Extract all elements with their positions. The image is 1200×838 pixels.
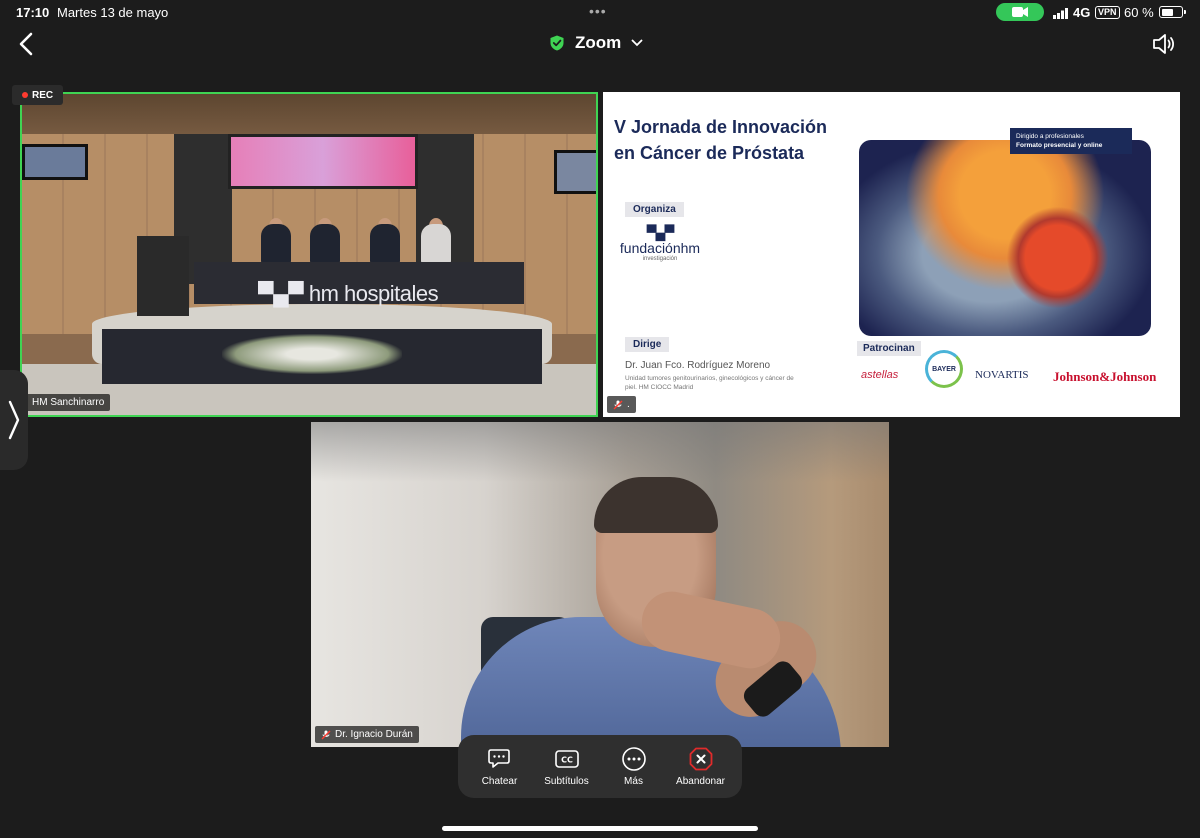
fundacion-hm-logo: ▀▄▀ fundaciónhm investigación	[619, 224, 701, 262]
side-panel-handle[interactable]	[0, 370, 28, 470]
sponsor-bayer: BAYER	[925, 350, 963, 388]
camera-shadow	[311, 422, 889, 482]
hm-logo-mark: ▀▄▀	[646, 224, 675, 240]
sponsor-johnson-johnson: Johnson&Johnson	[1053, 369, 1157, 384]
participant-name-label: .	[607, 396, 636, 413]
multitasking-dots-icon[interactable]: •••	[589, 3, 607, 19]
battery-percent: 60 %	[1124, 5, 1154, 20]
participant-name: Dr. Ignacio Durán	[335, 729, 413, 740]
fundacion-name: fundaciónhm	[619, 240, 701, 256]
scene-screen	[554, 150, 596, 194]
recording-dot-icon	[22, 92, 28, 98]
speaker-icon	[1153, 34, 1174, 54]
scene-podium	[137, 236, 189, 316]
slide-director: Dr. Juan Fco. Rodríguez Moreno	[625, 360, 771, 371]
more-label: Más	[624, 775, 643, 787]
status-date: Martes 13 de mayo	[57, 5, 169, 20]
scene-screen	[228, 134, 418, 189]
scene-flowers	[222, 334, 402, 374]
chat-icon	[487, 747, 512, 771]
home-indicator[interactable]	[442, 826, 758, 831]
participant-name: .	[627, 399, 630, 410]
mic-muted-icon	[321, 730, 331, 739]
chat-button[interactable]: Chatear	[467, 747, 533, 787]
meeting-title: Zoom	[575, 33, 622, 52]
prostate-illustration	[859, 140, 1151, 336]
note-line-1: Dirigido a profesionales	[1016, 133, 1084, 140]
participant-name-label: Dr. Ignacio Durán	[315, 726, 419, 743]
camera-in-use-icon	[996, 3, 1044, 21]
video-tile-dr-ignacio-duran[interactable]: Dr. Ignacio Durán	[311, 422, 889, 747]
leave-label: Abandonar	[676, 775, 725, 787]
scene-person	[310, 224, 340, 264]
slide-title: V Jornada de Innovación en Cáncer de Pró…	[614, 117, 828, 163]
video-tile-shared-slide[interactable]: V Jornada de Innovación en Cáncer de Pró…	[603, 92, 1180, 417]
chevron-down-icon	[631, 39, 643, 47]
scene-person	[370, 224, 400, 264]
slide-format-note: Dirigido a profesionales Formato presenc…	[1010, 128, 1132, 154]
network-type: 4G	[1073, 5, 1091, 20]
scene-person	[261, 224, 291, 264]
audio-output-button[interactable]	[1150, 31, 1176, 57]
battery-icon	[1159, 6, 1186, 18]
slide-dirige-tag: Dirige	[625, 337, 670, 352]
captions-label: Subtítulos	[544, 775, 589, 787]
chevron-left-icon	[19, 32, 33, 56]
back-button[interactable]	[14, 30, 38, 58]
participant-name-label: HM Sanchinarro	[26, 394, 111, 411]
meeting-toolbar: Chatear CC Subtítulos Más Abandonar	[458, 735, 742, 798]
vpn-badge: VPN	[1095, 6, 1120, 19]
more-icon	[621, 746, 646, 771]
leave-button[interactable]: Abandonar	[668, 747, 734, 787]
note-line-2: Formato presencial y online	[1016, 142, 1103, 149]
cellular-signal-icon	[1053, 6, 1069, 24]
recording-indicator[interactable]: REC	[12, 85, 64, 105]
slide-patrocinan-tag: Patrocinan	[857, 341, 921, 356]
sponsor-novartis: NOVARTIS	[975, 369, 1029, 381]
recording-label: REC	[32, 89, 54, 101]
captions-button[interactable]: CC Subtítulos	[534, 747, 600, 787]
scene-banner: ▀▄▀ hm hospitales	[258, 281, 439, 306]
more-button[interactable]: Más	[601, 746, 667, 787]
scene-person	[421, 224, 451, 264]
cc-icon: CC	[554, 747, 579, 771]
scene-banner-text: hm hospitales	[308, 281, 439, 306]
slide-unit: Unidad tumores genitourinarios, ginecoló…	[625, 375, 794, 391]
chevron-right-icon	[8, 400, 20, 440]
video-tile-hm-sanchinarro[interactable]: ▀▄▀ hm hospitales HM Sanchinarro	[20, 92, 598, 417]
slide-organiza-tag: Organiza	[625, 202, 684, 217]
svg-text:CC: CC	[561, 755, 573, 764]
mic-muted-icon	[613, 400, 623, 409]
status-time: 17:10	[16, 5, 50, 20]
meeting-title-button[interactable]: Zoom	[549, 32, 643, 54]
sponsor-astellas: astellas	[861, 369, 899, 381]
shield-check-icon	[550, 35, 564, 51]
chat-label: Chatear	[481, 775, 518, 787]
status-bar: 17:10 Martes 13 de mayo ••• 4G VPN 60 %	[0, 0, 1200, 24]
participant-name: HM Sanchinarro	[32, 397, 105, 408]
fundacion-sub: investigación	[642, 256, 678, 262]
leave-icon	[689, 747, 713, 771]
scene-screen	[22, 144, 88, 180]
